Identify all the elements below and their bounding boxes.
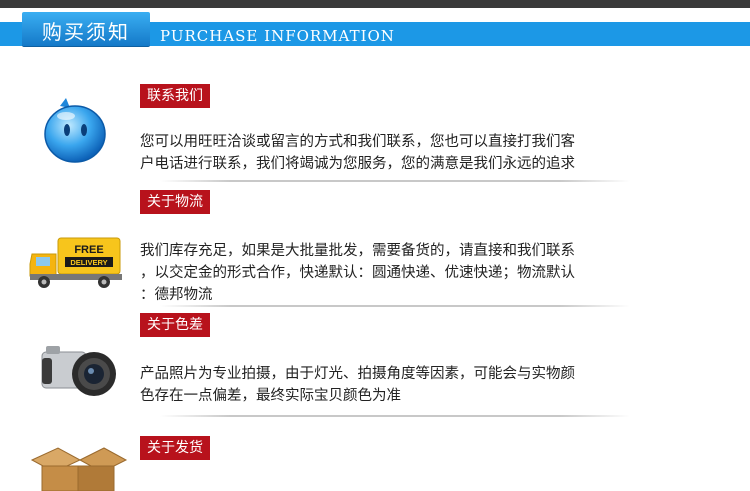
logistics-line-1: 我们库存充足，如果是大批量批发，需要备货的，请直接和我们联系 [140, 243, 575, 259]
page-subtitle: PURCHASE INFORMATION [160, 27, 395, 45]
camera-icon [41, 346, 116, 396]
wangwang-chat-icon [44, 98, 106, 163]
contact-text: 您可以用旺旺洽谈或留言的方式和我们联系，您也可以直接打我们客 户电话进行联系，我… [140, 131, 645, 175]
logistics-line-3: ：德邦物流 [140, 287, 213, 303]
logistics-text: 我们库存充足，如果是大批量批发，需要备货的，请直接和我们联系 ，以交定金的形式合… [140, 240, 645, 306]
color-difference-text: 产品照片为专业拍摄，由于灯光、拍摄角度等因素，可能会与实物颜 色存在一点偏差，最… [140, 363, 645, 407]
color-difference-line-1: 产品照片为专业拍摄，由于灯光、拍摄角度等因素，可能会与实物颜 [140, 366, 575, 382]
color-difference-line-2: 色存在一点偏差，最终实际宝贝颜色为准 [140, 388, 401, 404]
top-dark-bar [0, 0, 750, 8]
delivery-truck-icon: FREE DELIVERY [29, 237, 122, 288]
shipping-box-icon [30, 447, 128, 491]
section-label-shipping: 关于发货 [140, 436, 210, 460]
divider [160, 415, 630, 417]
section-label-color-difference: 关于色差 [140, 313, 210, 337]
page-title: 购买须知 [42, 20, 130, 44]
truck-sign-delivery: DELIVERY [70, 258, 107, 267]
divider [160, 305, 630, 307]
divider [160, 180, 630, 182]
section-label-contact: 联系我们 [140, 84, 210, 108]
contact-line-2: 户电话进行联系，我们将竭诚为您服务，您的满意是我们永远的追求 [140, 156, 575, 172]
title-tab: 购买须知 [22, 12, 150, 46]
truck-sign-free: FREE [74, 244, 103, 256]
logistics-line-2: ，以交定金的形式合作，快递默认：圆通快递、优速快递；物流默认 [140, 265, 575, 281]
contact-line-1: 您可以用旺旺洽谈或留言的方式和我们联系，您也可以直接打我们客 [140, 134, 575, 150]
section-label-logistics: 关于物流 [140, 190, 210, 214]
